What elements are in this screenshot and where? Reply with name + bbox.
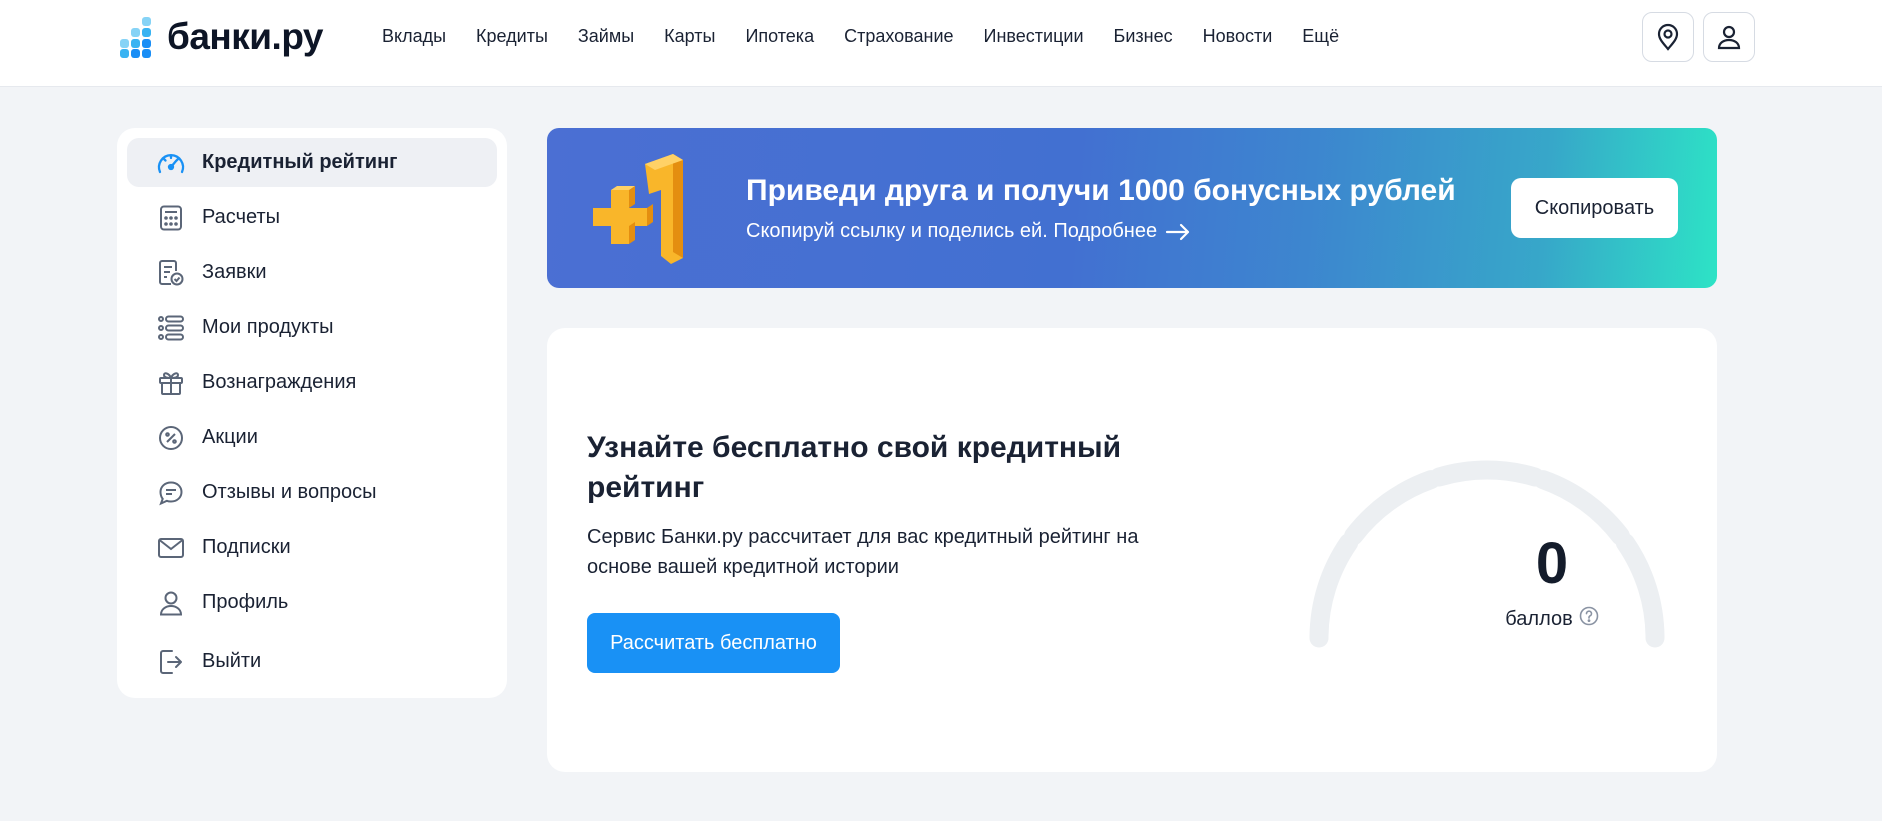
rating-score-label: баллов [1427, 606, 1677, 632]
sidebar-item-reviews[interactable]: Отзывы и вопросы [127, 468, 497, 517]
copy-link-button[interactable]: Скопировать [1511, 178, 1678, 238]
gift-icon [156, 368, 186, 398]
banner-subtitle: Скопируй ссылку и поделись ей. Подробнее [746, 220, 1158, 242]
sidebar-label-profile: Профиль [202, 591, 289, 613]
sidebar-item-applications[interactable]: Заявки [127, 248, 497, 297]
logo-text: банки.ру [167, 16, 324, 57]
nav-item-insurance[interactable]: Страхование [844, 26, 953, 47]
gauge-segment [1309, 533, 1359, 648]
nav-item-deposits[interactable]: Вклады [382, 26, 446, 47]
location-button[interactable] [1642, 12, 1694, 62]
rating-description: Сервис Банки.ру рассчитает для вас креди… [587, 526, 1139, 578]
rating-title: Узнайте бесплатно свой кредитный рейтинг [587, 431, 1122, 504]
credit-rating-card: Узнайте бесплатно свой кредитный рейтинг… [547, 328, 1717, 772]
arrow-right-icon [1165, 223, 1190, 240]
banner-subtitle-link[interactable]: Скопируй ссылку и поделись ей. Подробнее [746, 220, 1191, 243]
nav-item-cards[interactable]: Карты [664, 26, 715, 47]
sidebar-item-profile[interactable]: Профиль [127, 578, 497, 627]
sidebar-label-calculations: Расчеты [202, 206, 280, 228]
sidebar-label-subscriptions: Подписки [202, 536, 291, 558]
profile-button[interactable] [1703, 12, 1755, 62]
sidebar-label-reviews: Отзывы и вопросы [202, 481, 377, 503]
rating-score: 0 [1535, 531, 1569, 596]
mail-icon [156, 533, 186, 563]
sidebar-item-calculations[interactable]: Расчеты [127, 193, 497, 242]
location-icon [1657, 23, 1679, 51]
account-sidebar: Кредитный рейтинг Расчеты Заявки Мои про… [117, 128, 507, 698]
referral-banner[interactable]: Приведи друга и получи 1000 бонусных руб… [547, 128, 1717, 288]
gauge-segment [1344, 470, 1441, 546]
nav-item-loans[interactable]: Займы [578, 26, 634, 47]
site-header: банки.ру Вклады Кредиты Займы Карты Ипот… [0, 0, 1882, 87]
sidebar-label-logout: Выйти [202, 650, 262, 672]
banner-title: Приведи друга и получи 1000 бонусных руб… [746, 174, 1456, 207]
help-icon[interactable] [1579, 606, 1599, 632]
main-nav: Вклады Кредиты Займы Карты Ипотека Страх… [382, 26, 1369, 47]
sidebar-label-promotions: Акции [202, 426, 258, 448]
speedometer-icon [156, 148, 186, 178]
list-icon [156, 313, 186, 343]
sidebar-item-my-products[interactable]: Мои продукты [127, 303, 497, 352]
document-check-icon [156, 258, 186, 288]
nav-item-business[interactable]: Бизнес [1114, 26, 1173, 47]
person-icon [156, 588, 186, 618]
sidebar-item-rewards[interactable]: Вознаграждения [127, 358, 497, 407]
gauge-segment [1429, 460, 1545, 487]
sidebar-item-promotions[interactable]: Акции [127, 413, 497, 462]
chat-icon [156, 478, 186, 508]
nav-item-mortgage[interactable]: Ипотека [745, 26, 814, 47]
sidebar-label-rewards: Вознаграждения [202, 371, 357, 393]
gauge-segment [1533, 470, 1630, 546]
nav-item-credits[interactable]: Кредиты [476, 26, 548, 47]
sidebar-label-applications: Заявки [202, 261, 267, 283]
sidebar-label-my-products: Мои продукты [202, 316, 334, 338]
sidebar-item-logout[interactable]: Выйти [127, 637, 497, 686]
logout-icon [156, 647, 186, 677]
percent-icon [156, 423, 186, 453]
sidebar-item-credit-rating[interactable]: Кредитный рейтинг [127, 138, 497, 187]
nav-item-news[interactable]: Новости [1203, 26, 1273, 47]
banki-logo[interactable]: банки.ру [117, 16, 324, 58]
sidebar-label-credit-rating: Кредитный рейтинг [202, 151, 398, 173]
plus-one-illustration [593, 154, 683, 264]
nav-item-more[interactable]: Ещё [1302, 26, 1339, 47]
score-unit-label: баллов [1505, 607, 1573, 630]
sidebar-item-subscriptions[interactable]: Подписки [127, 523, 497, 572]
calculate-free-button[interactable]: Рассчитать бесплатно [587, 613, 840, 673]
logo-mark-icon [117, 16, 159, 58]
nav-item-investments[interactable]: Инвестиции [984, 26, 1084, 47]
user-icon [1717, 25, 1741, 50]
calculator-icon [156, 203, 186, 233]
